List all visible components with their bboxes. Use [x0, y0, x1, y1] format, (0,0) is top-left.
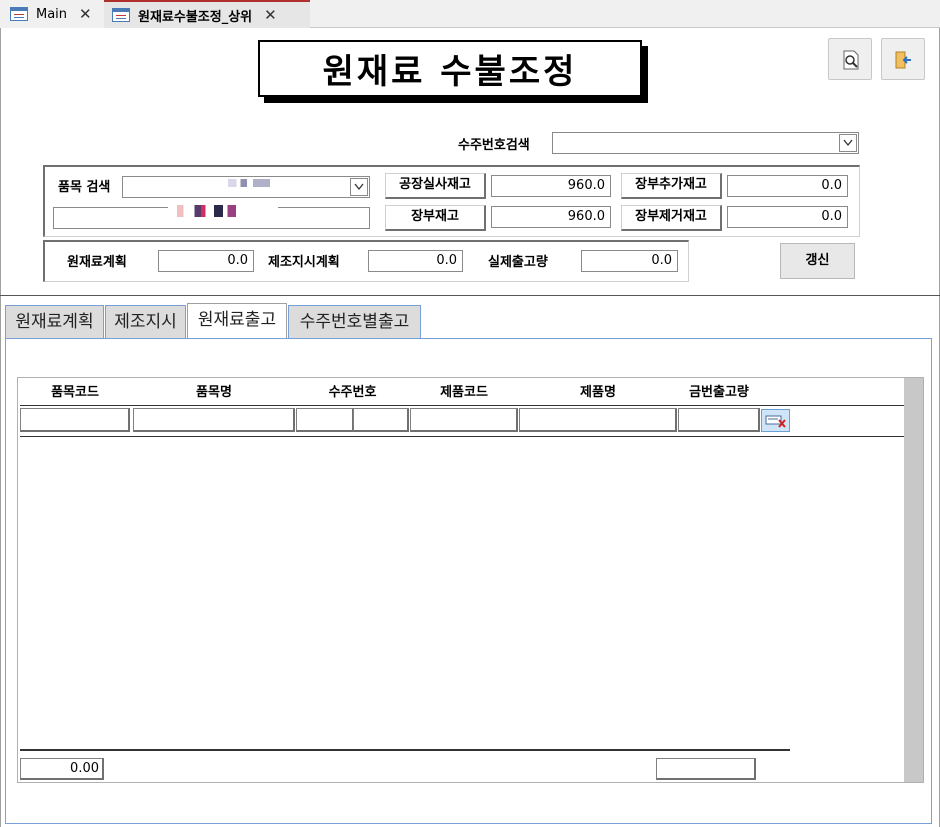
chevron-down-icon [354, 183, 364, 191]
close-icon[interactable]: ✕ [264, 6, 277, 24]
dropdown-button[interactable] [839, 134, 857, 152]
tab-order-issue[interactable]: 수주번호별출고 [288, 305, 421, 339]
doc-tab-label: Main [36, 6, 68, 22]
filter-item-name[interactable] [133, 408, 295, 432]
clear-filter-icon [765, 415, 786, 428]
print-preview-button[interactable] [828, 38, 872, 80]
material-plan-field[interactable]: 0.0 [158, 250, 254, 272]
tab-production-order[interactable]: 제조지시 [105, 305, 186, 339]
filter-issue-qty[interactable] [678, 408, 760, 432]
column-header-issue-qty[interactable]: 금번출고량 [678, 381, 760, 400]
tab-material-plan[interactable]: 원재료계획 [5, 305, 104, 339]
item-search-text[interactable] [53, 205, 370, 229]
filter-order-no-2[interactable] [353, 408, 409, 432]
doc-tab-material-adjust[interactable]: 원재료수불조정_상위 ✕ [104, 0, 310, 28]
tab-material-issue[interactable]: 원재료출고 [187, 303, 287, 340]
ledger-add-field[interactable]: 0.0 [727, 175, 848, 197]
filter-item-code[interactable] [20, 408, 130, 432]
ledger-stock-label: 장부재고 [385, 205, 486, 231]
column-header-product-code[interactable]: 제품코드 [410, 381, 518, 400]
footer-total-field: 0.00 [20, 758, 104, 780]
redacted-text [168, 205, 278, 217]
exit-button[interactable] [881, 38, 925, 80]
actual-issue-field[interactable]: 0.0 [581, 250, 678, 272]
issue-grid [17, 377, 924, 783]
filter-order-no[interactable] [296, 408, 354, 432]
filter-product-code[interactable] [410, 408, 518, 432]
column-header-item-code[interactable]: 품목코드 [20, 381, 130, 400]
ledger-remove-field[interactable]: 0.0 [727, 206, 848, 228]
doc-tab-main[interactable]: Main ✕ [0, 0, 104, 28]
doc-tab-label: 원재료수불조정_상위 [138, 9, 253, 25]
column-header-item-name[interactable]: 품목명 [133, 381, 295, 400]
actual-issue-label: 실제출고량 [488, 255, 548, 270]
vertical-scrollbar[interactable] [904, 378, 923, 782]
order-search-label: 수주번호검색 [458, 138, 530, 153]
production-order-field[interactable]: 0.0 [368, 250, 463, 272]
production-order-label: 제조지시계획 [268, 255, 340, 270]
footer-rule [20, 749, 790, 751]
factory-actual-label: 공장실사재고 [385, 173, 486, 199]
chevron-down-icon [843, 139, 853, 147]
filter-rule [20, 436, 904, 437]
header-rule [20, 405, 904, 406]
exit-door-icon [895, 51, 911, 69]
page-title: 원재료 수불조정 [258, 40, 642, 97]
filter-product-name[interactable] [519, 408, 677, 432]
print-preview-icon [843, 50, 859, 70]
form-icon [112, 8, 130, 22]
redacted-text [228, 179, 270, 187]
ledger-add-label: 장부추가재고 [621, 173, 722, 199]
refresh-button[interactable]: 갱신 [780, 243, 855, 279]
column-header-order-no[interactable]: 수주번호 [296, 381, 409, 400]
ledger-remove-label: 장부제거재고 [621, 205, 722, 231]
dropdown-button[interactable] [350, 178, 368, 196]
material-plan-label: 원재료계획 [67, 255, 127, 270]
clear-filter-button[interactable] [761, 409, 790, 432]
factory-actual-field[interactable]: 960.0 [491, 175, 611, 197]
close-icon[interactable]: ✕ [79, 5, 92, 23]
form-icon [10, 7, 28, 21]
divider [0, 295, 940, 296]
footer-qty-field [656, 758, 756, 780]
order-search-combo[interactable] [552, 132, 859, 154]
item-search-combo[interactable] [122, 176, 370, 198]
item-search-label: 품목 검색 [58, 180, 111, 195]
ledger-stock-field[interactable]: 960.0 [491, 206, 611, 228]
column-header-product-name[interactable]: 제품명 [519, 381, 677, 400]
